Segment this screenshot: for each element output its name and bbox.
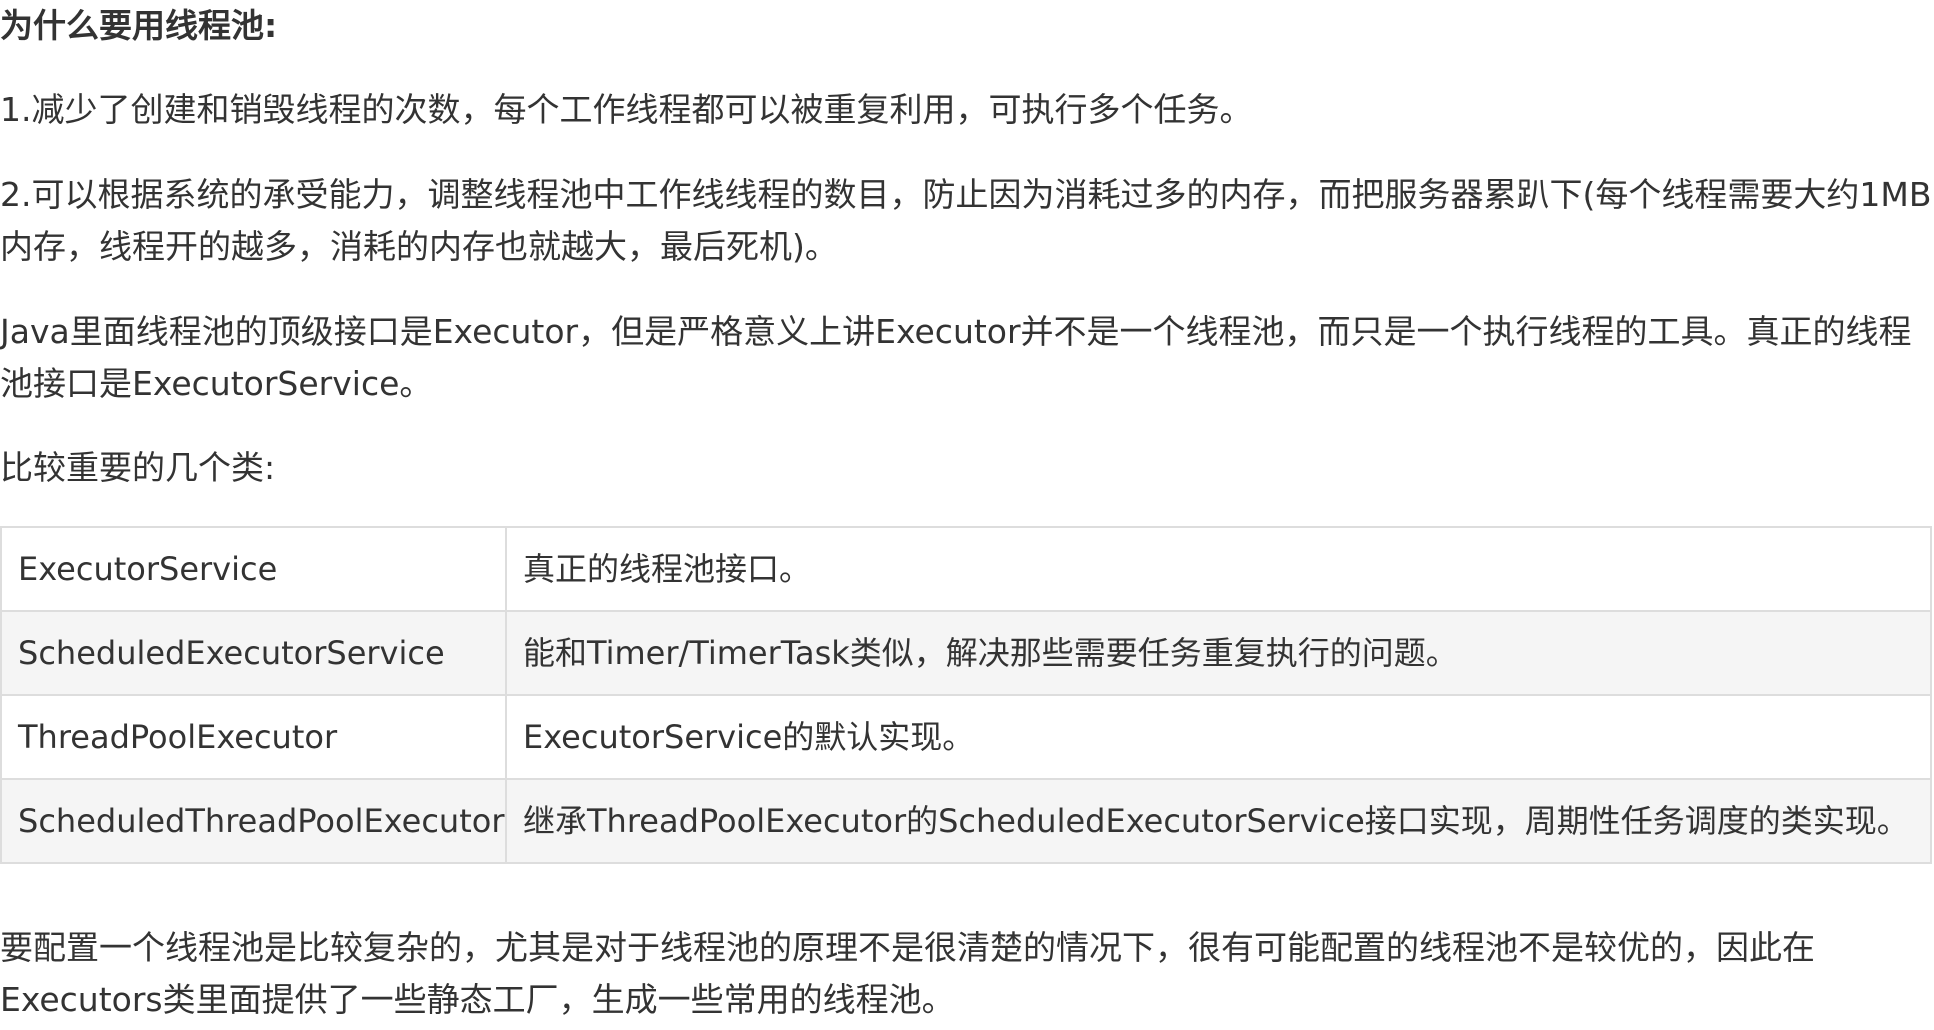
section-heading: 为什么要用线程池: — [0, 6, 278, 45]
class-name-cell: ThreadPoolExecutor — [0, 694, 507, 780]
classes-table: ExecutorService 真正的线程池接口。 ScheduledExecu… — [0, 526, 1932, 864]
table-row: ScheduledThreadPoolExecutor 继承ThreadPool… — [0, 778, 1932, 864]
paragraph-adjust-thread-count: 2.可以根据系统的承受能力，调整线程池中工作线线程的数目，防止因为消耗过多的内存… — [0, 175, 1932, 266]
class-name-cell: ExecutorService — [0, 526, 507, 612]
class-description-cell: 能和Timer/TimerTask类似，解决那些需要任务重复执行的问题。 — [505, 610, 1932, 696]
class-description-cell: ExecutorService的默认实现。 — [505, 694, 1932, 780]
class-description-cell: 真正的线程池接口。 — [505, 526, 1932, 612]
paragraph-executors-factory: 要配置一个线程池是比较复杂的，尤其是对于线程池的原理不是很清楚的情况下，很有可能… — [0, 928, 1815, 1019]
class-name-cell: ScheduledThreadPoolExecutor — [0, 778, 507, 864]
class-description-cell: 继承ThreadPoolExecutor的ScheduledExecutorSe… — [505, 778, 1932, 864]
table-row: ExecutorService 真正的线程池接口。 — [0, 526, 1932, 612]
paragraph-reduce-thread-creation: 1.减少了创建和销毁线程的次数，每个工作线程都可以被重复利用，可执行多个任务。 — [0, 90, 1253, 129]
paragraph-important-classes: 比较重要的几个类: — [0, 448, 276, 487]
table-row: ThreadPoolExecutor ExecutorService的默认实现。 — [0, 694, 1932, 780]
paragraph-executor-interface: Java里面线程池的顶级接口是Executor，但是严格意义上讲Executor… — [0, 312, 1912, 403]
table-row: ScheduledExecutorService 能和Timer/TimerTa… — [0, 610, 1932, 696]
class-name-cell: ScheduledExecutorService — [0, 610, 507, 696]
